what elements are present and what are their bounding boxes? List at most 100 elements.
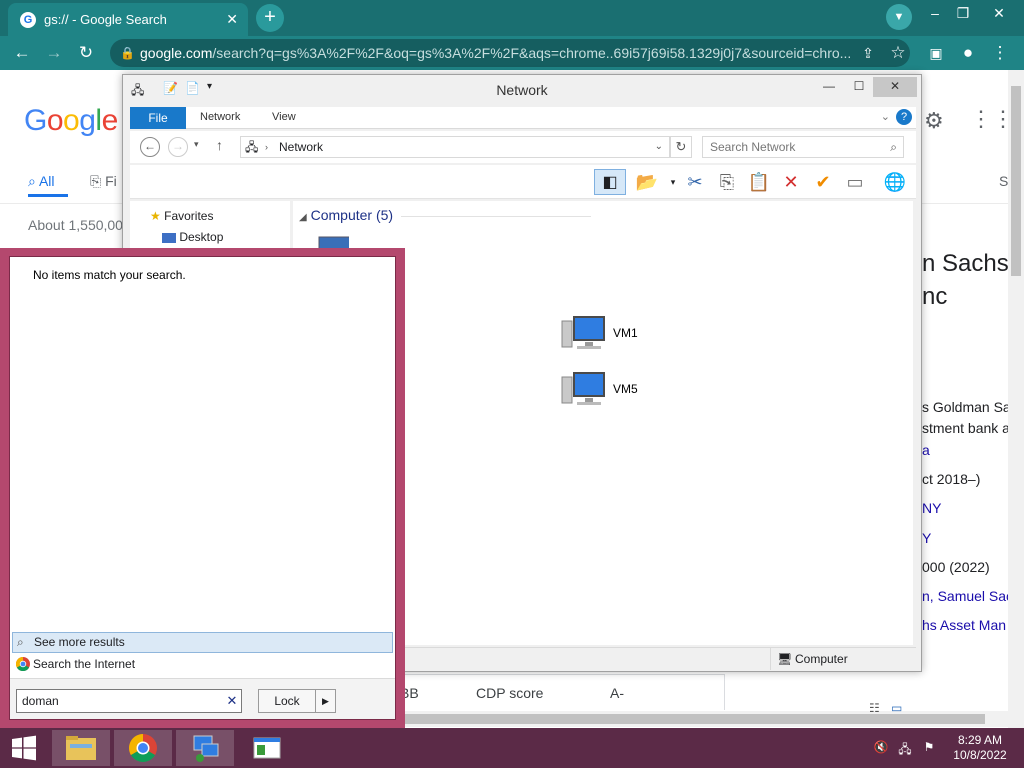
share-icon[interactable]: ⇪ xyxy=(856,41,880,65)
taskbar-file-explorer[interactable] xyxy=(52,730,110,766)
explorer-address-box[interactable]: 🖧 › Network ⌄ xyxy=(240,136,670,158)
ribbon-tab-network[interactable]: Network xyxy=(200,111,240,123)
google-tab-second[interactable]: ⎘ Fi xyxy=(90,173,117,190)
large-icons-view-icon[interactable]: ▭ xyxy=(891,701,902,715)
paste-icon[interactable]: 📋 xyxy=(746,169,772,195)
bookmark-star-icon[interactable]: ☆ xyxy=(886,41,910,65)
recent-locations-icon[interactable]: ▾ xyxy=(194,139,199,150)
explorer-title-bar[interactable]: 🖧 📝 📄 ▾ Network — ☐ ✕ xyxy=(123,75,921,103)
ribbon-tab-view[interactable]: View xyxy=(272,111,296,123)
kp-title-line1: n Sachs xyxy=(922,250,1009,277)
no-results-message: No items match your search. xyxy=(33,268,186,282)
back-button[interactable]: ← xyxy=(10,41,34,65)
clear-search-icon[interactable]: ✕ xyxy=(222,689,242,713)
page-horizontal-scrollbar[interactable] xyxy=(405,711,1008,727)
windows-logo-icon xyxy=(12,735,36,761)
help-icon[interactable]: ? xyxy=(896,109,912,125)
checkmark-icon[interactable]: ✔ xyxy=(810,169,836,195)
explorer-refresh-button[interactable]: ↻ xyxy=(670,136,692,158)
up-arrow-icon[interactable]: ↑ xyxy=(216,137,223,153)
tab-close-icon[interactable]: ✕ xyxy=(226,11,238,28)
explorer-close-button[interactable]: ✕ xyxy=(873,77,917,97)
explorer-search-input[interactable]: Search Network ⌕ xyxy=(702,136,904,158)
breadcrumb-chevron-icon[interactable]: › xyxy=(265,137,268,157)
start-menu-panel: No items match your search. ⌕ See more r… xyxy=(9,256,396,720)
settings-gear-icon[interactable]: ⚙ xyxy=(924,108,944,134)
address-row: ← → ▾ ↑ 🖧 › Network ⌄ ↻ Search Network ⌕ xyxy=(130,131,916,163)
kp-row-6[interactable]: hs Asset Man xyxy=(922,617,1006,633)
profile-avatar[interactable]: ● xyxy=(956,41,980,65)
google-favicon-icon: G xyxy=(20,11,36,28)
copy-icon[interactable]: ⎘ xyxy=(714,169,740,195)
ribbon-expand-icon[interactable]: ⌄ xyxy=(881,111,890,123)
taskbar-clock[interactable]: 8:29 AM 10/8/2022 xyxy=(948,733,1012,763)
chrome-icon xyxy=(129,734,157,762)
computer-label: VM1 xyxy=(613,326,638,340)
nav-desktop[interactable]: Desktop xyxy=(162,230,223,244)
kp-row-3[interactable]: Y xyxy=(922,530,931,546)
nav-favorites[interactable]: ★ Favorites xyxy=(150,209,213,223)
computer-item-vm5[interactable]: VM5 xyxy=(561,369,681,413)
taskbar-app-window[interactable] xyxy=(238,730,296,766)
power-options-arrow-icon[interactable]: ▶ xyxy=(316,689,336,713)
preview-pane-icon[interactable]: ◧ xyxy=(594,169,626,195)
browser-tab[interactable]: G gs:// - Google Search ✕ xyxy=(8,3,248,36)
active-tab-indicator xyxy=(28,194,68,197)
volume-muted-icon[interactable]: 🔇 xyxy=(872,740,890,756)
magnifier-icon: ⌕ xyxy=(17,635,24,649)
kp-row-2[interactable]: NY xyxy=(922,500,941,516)
network-globe-icon[interactable]: 🌐 xyxy=(882,169,908,195)
cut-icon[interactable]: ✂ xyxy=(682,169,708,195)
explorer-forward-button[interactable]: → xyxy=(168,137,188,157)
forward-button[interactable]: → xyxy=(42,41,66,65)
computer-item-vm1[interactable]: VM1 xyxy=(561,313,681,357)
hscroll-thumb[interactable] xyxy=(405,714,985,724)
address-bar[interactable]: 🔒 google.com/search?q=gs%3A%2F%2F&oq=gs%… xyxy=(110,39,910,67)
start-search-input[interactable]: doman xyxy=(16,689,242,713)
properties-folder-icon[interactable]: 📂 xyxy=(634,169,660,195)
address-dropdown-icon[interactable]: ⌄ xyxy=(655,137,663,157)
minimize-button[interactable]: – xyxy=(920,2,950,24)
side-panel-icon[interactable]: ▣ xyxy=(924,41,948,65)
explorer-minimize-button[interactable]: — xyxy=(815,77,843,97)
explorer-back-button[interactable]: ← xyxy=(140,137,160,157)
start-menu: No items match your search. ⌕ See more r… xyxy=(0,248,405,728)
computer-label: VM5 xyxy=(613,382,638,396)
see-more-results-link[interactable]: ⌕ See more results xyxy=(12,632,393,653)
lock-button[interactable]: Lock xyxy=(258,689,316,713)
delete-icon[interactable]: ✕ xyxy=(778,169,804,195)
taskbar-chrome[interactable] xyxy=(114,730,172,766)
restore-button[interactable]: ❐ xyxy=(948,2,978,24)
close-window-button[interactable]: ✕ xyxy=(984,2,1014,24)
new-tab-button[interactable]: + xyxy=(256,4,284,32)
search-internet-link[interactable]: Search the Internet xyxy=(12,655,393,676)
explorer-maximize-button[interactable]: ☐ xyxy=(845,77,873,97)
tab-search-button[interactable]: ▼ xyxy=(886,4,912,30)
reload-button[interactable]: ↻ xyxy=(74,41,98,65)
kp-desc-link[interactable]: a xyxy=(922,442,930,458)
kp-row-5[interactable]: n, Samuel Sac xyxy=(922,588,1013,604)
kp-title-line2: nc xyxy=(922,283,948,310)
search-icon: ⌕ xyxy=(890,140,897,154)
computer-group-header[interactable]: ◢ Computer (5) xyxy=(299,207,592,223)
google-tab-all[interactable]: ⌕ All xyxy=(28,173,55,190)
google-tab-tools[interactable]: S xyxy=(999,173,1008,189)
rename-icon[interactable]: ▭ xyxy=(842,169,868,195)
action-center-flag-icon[interactable]: ⚑ xyxy=(920,740,938,756)
details-view-icon[interactable]: ☷ xyxy=(869,701,880,715)
start-button[interactable] xyxy=(0,728,48,768)
desktop-icon xyxy=(162,232,176,243)
esg-cell-2: CDP score xyxy=(476,685,544,701)
chrome-toolbar: ← → ↻ 🔒 google.com/search?q=gs%3A%2F%2F&… xyxy=(0,36,1024,70)
url-host: google.com xyxy=(140,45,213,61)
taskbar-network-explorer[interactable] xyxy=(176,730,234,766)
explorer-title: Network xyxy=(496,82,548,98)
collapse-icon[interactable]: ◢ xyxy=(299,212,307,223)
google-logo[interactable]: Google xyxy=(24,104,118,138)
computer-icon xyxy=(561,372,605,405)
scrollbar-thumb[interactable] xyxy=(1011,86,1021,276)
page-vertical-scrollbar[interactable] xyxy=(1008,70,1024,728)
network-tray-icon[interactable]: 🖧 xyxy=(896,740,914,756)
chrome-menu-icon[interactable]: ⋮ xyxy=(988,41,1012,65)
ribbon-tab-file[interactable]: File xyxy=(130,107,186,129)
